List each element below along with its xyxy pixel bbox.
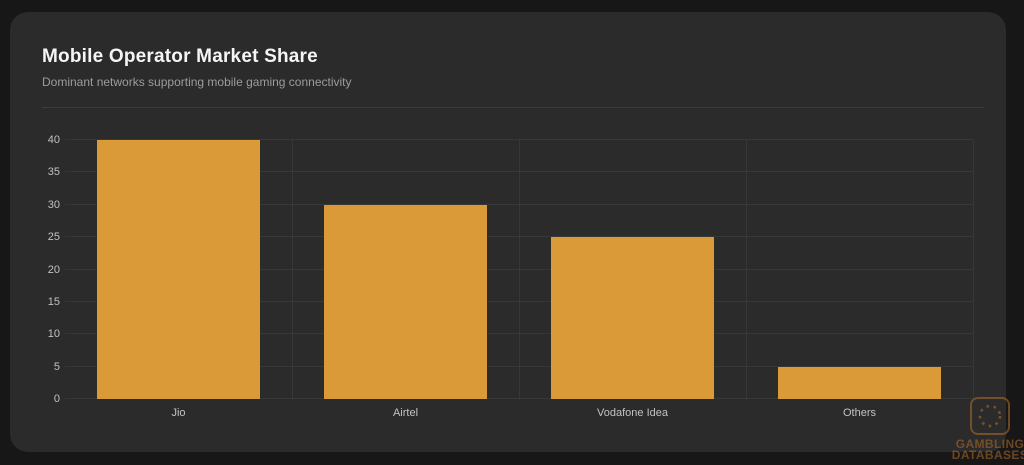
y-tick-label: 35 [48,166,60,178]
watermark-line2: DATABASES [948,450,1024,461]
v-gridline [973,140,974,399]
y-tick-label: 5 [54,361,60,373]
chart-header: Mobile Operator Market Share Dominant ne… [42,46,982,89]
v-gridline [519,140,520,399]
y-tick-label: 40 [48,134,60,146]
chart-card: Mobile Operator Market Share Dominant ne… [10,12,1006,452]
x-axis-label: Jio [65,407,292,420]
bar-jio [97,140,260,399]
y-tick-label: 15 [48,296,60,308]
chart-title: Mobile Operator Market Share [42,46,982,68]
casino-chip-icon [968,396,1012,436]
v-gridline [746,140,747,399]
bar-airtel [324,205,487,399]
header-divider [42,107,984,108]
y-tick-label: 0 [54,393,60,405]
v-gridline [292,140,293,399]
y-tick-label: 30 [48,199,60,211]
x-axis-label: Vodafone Idea [519,407,746,420]
y-tick-label: 25 [48,231,60,243]
y-tick-label: 20 [48,264,60,276]
x-axis-label: Airtel [292,407,519,420]
bar-vodafone-idea [551,237,714,399]
chart-subtitle: Dominant networks supporting mobile gami… [42,75,982,89]
bar-others [778,367,941,399]
y-tick-label: 10 [48,328,60,340]
plot-area: JioAirtelVodafone IdeaOthers [65,140,973,399]
watermark: GAMBLING DATABASES [948,396,1024,461]
y-axis: 0510152025303540 [10,140,60,399]
x-axis-label: Others [746,407,973,420]
